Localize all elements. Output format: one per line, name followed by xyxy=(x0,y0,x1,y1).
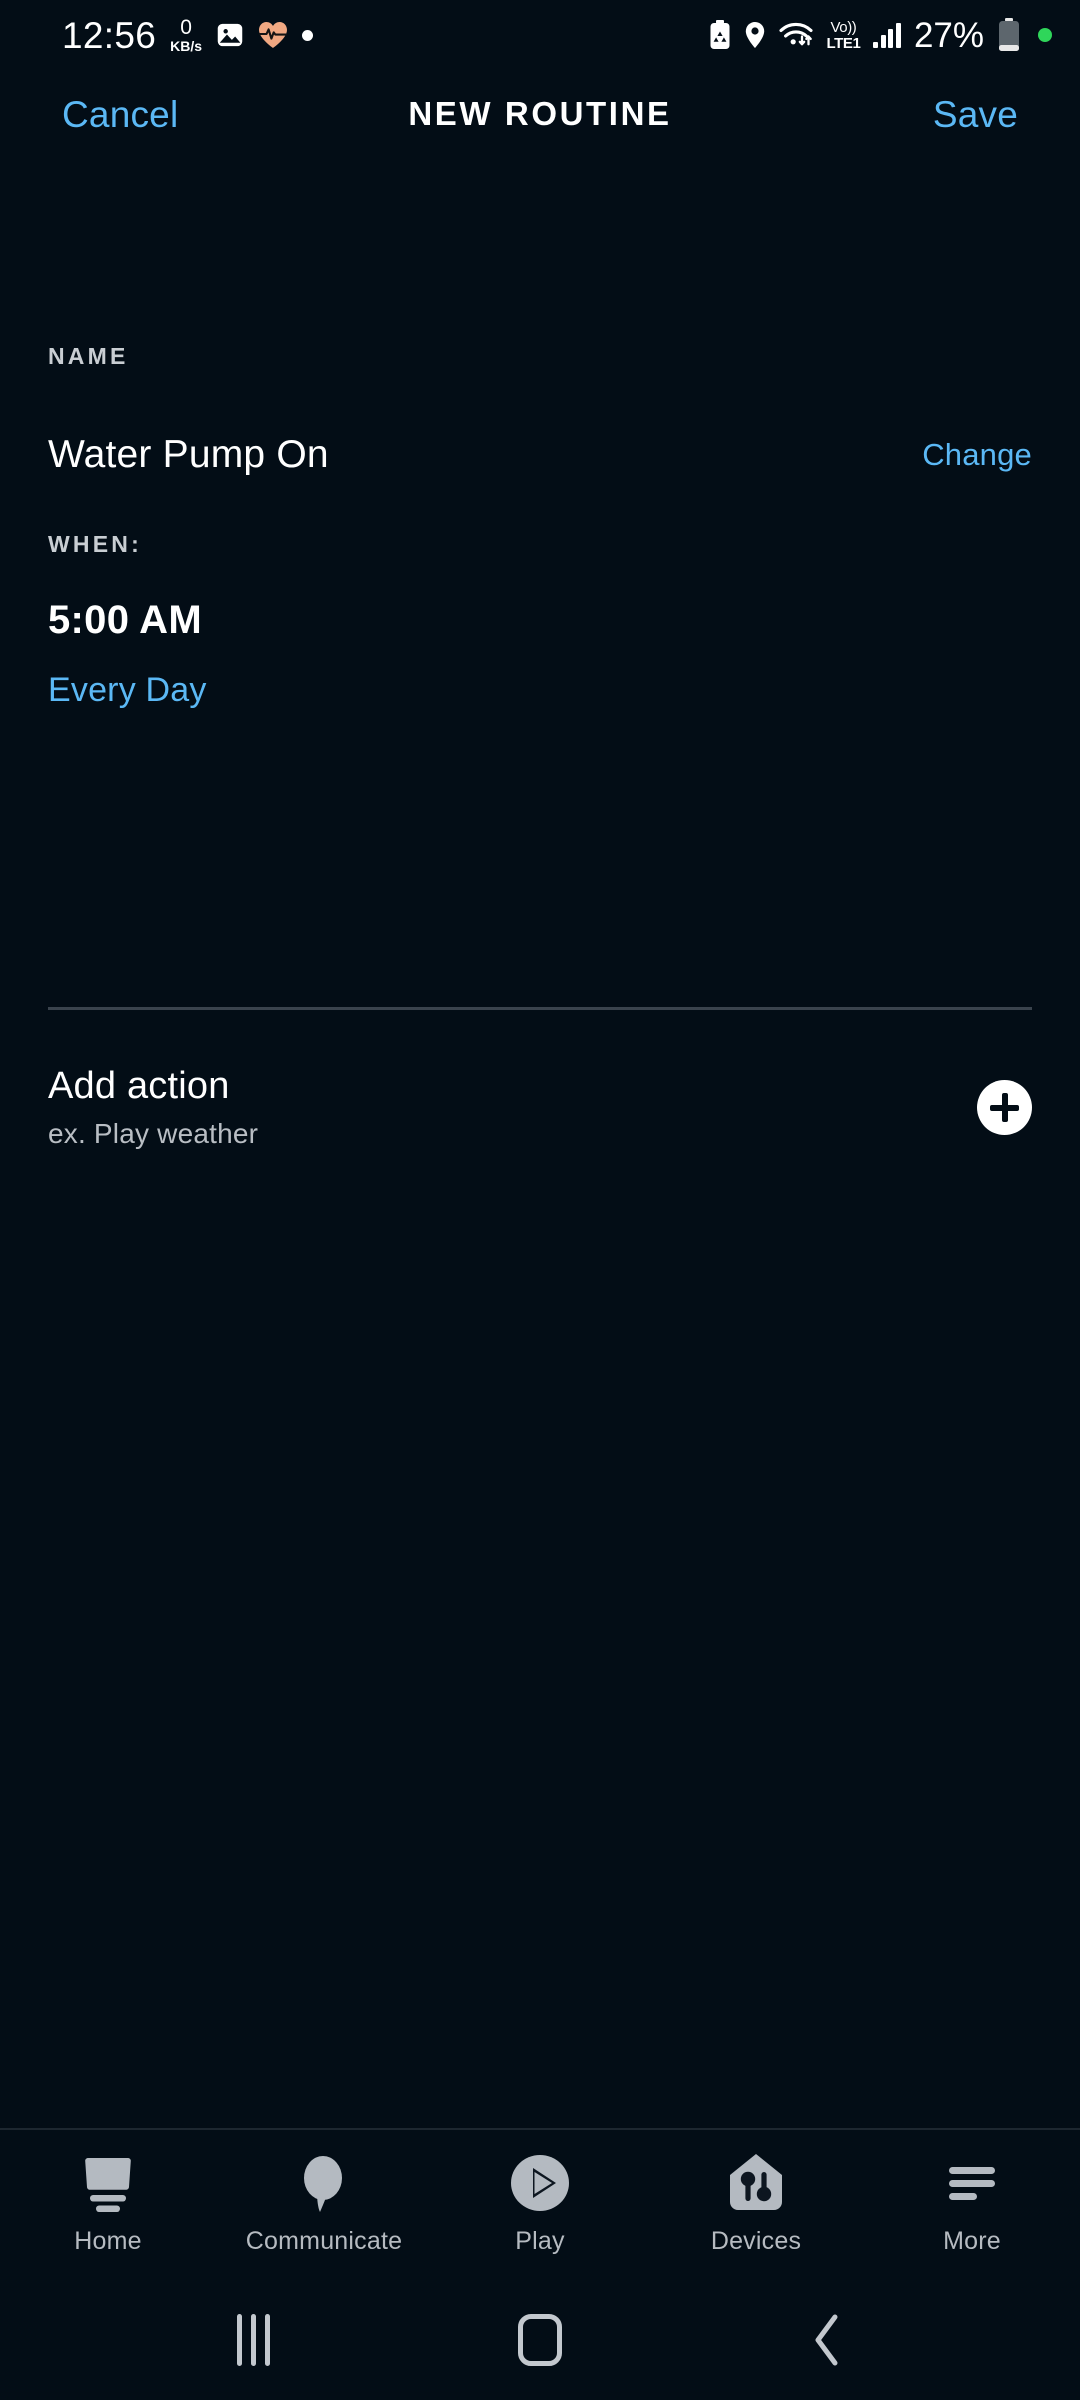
tab-label-play: Play xyxy=(515,2227,565,2255)
status-bar-right: Vo)) LTE1 27% xyxy=(709,18,1052,53)
green-dot-icon xyxy=(1038,28,1052,42)
battery-percent-label: 27% xyxy=(913,15,984,55)
routine-name-value: Water Pump On xyxy=(48,433,329,476)
tab-label-communicate: Communicate xyxy=(245,2227,403,2255)
gallery-image-icon xyxy=(216,21,244,49)
status-bar-clock: 12:56 xyxy=(62,14,157,56)
bottom-tab-bar: Home Communicate Play Devices More xyxy=(0,2128,1080,2280)
tab-label-devices: Devices xyxy=(710,2227,802,2255)
network-speed-unit: KB/s xyxy=(170,38,202,54)
network-speed-value: 0 xyxy=(180,16,192,39)
heart-rate-icon xyxy=(258,21,288,49)
section-divider xyxy=(48,1007,1032,1010)
routine-form: NAME Water Pump On Change WHEN: 5:00 AM … xyxy=(0,158,1080,2128)
white-dot-icon xyxy=(302,29,313,41)
add-action-text-group: Add action ex. Play weather xyxy=(48,1065,259,1150)
tab-home[interactable]: Home xyxy=(0,2148,216,2256)
add-action-title: Add action xyxy=(48,1065,230,1107)
volte-lte1-icon: Vo)) LTE1 xyxy=(826,20,860,51)
add-action-row[interactable]: Add action ex. Play weather xyxy=(48,1065,1032,1150)
tab-label-home: Home xyxy=(74,2227,142,2255)
volte-line-1: Vo)) xyxy=(830,18,857,36)
change-name-button[interactable]: Change xyxy=(922,437,1032,473)
echo-device-icon xyxy=(80,2148,136,2218)
tab-label-more: More xyxy=(943,2227,1001,2255)
volte-line-2: LTE1 xyxy=(826,34,861,52)
play-circle-icon xyxy=(509,2148,571,2218)
home-icon[interactable] xyxy=(495,2295,585,2385)
save-button[interactable]: Save xyxy=(933,96,1018,133)
android-nav-bar xyxy=(0,2280,1080,2400)
trigger-repeat-value[interactable]: Every Day xyxy=(48,671,207,710)
recents-icon[interactable] xyxy=(208,2295,298,2385)
hamburger-lines-icon xyxy=(943,2148,1001,2218)
cellular-signal-icon xyxy=(873,22,901,48)
speech-bubble-icon xyxy=(296,2148,352,2218)
tab-play[interactable]: Play xyxy=(432,2148,648,2256)
tab-more[interactable]: More xyxy=(864,2148,1080,2256)
trigger-time-value[interactable]: 5:00 AM xyxy=(48,598,202,643)
location-pin-icon xyxy=(744,21,766,49)
cancel-button[interactable]: Cancel xyxy=(62,96,178,133)
plus-icon[interactable] xyxy=(977,1080,1032,1136)
app-header: Cancel NEW ROUTINE Save xyxy=(0,70,1080,158)
routine-name-row[interactable]: Water Pump On Change xyxy=(48,433,1032,477)
add-action-subtitle: ex. Play weather xyxy=(48,1117,259,1149)
tab-devices[interactable]: Devices xyxy=(648,2148,864,2256)
network-speed-indicator: 0 KB/s xyxy=(170,17,202,53)
back-icon[interactable] xyxy=(782,2295,872,2385)
when-section-label: WHEN: xyxy=(48,531,142,557)
house-sliders-icon xyxy=(727,2148,785,2218)
battery-saver-recycle-icon xyxy=(709,20,731,50)
battery-icon xyxy=(997,18,1021,52)
phone-screen: 12:56 0 KB/s Vo)) LTE1 27% Cancel NEW RO… xyxy=(0,0,1080,2400)
status-bar: 12:56 0 KB/s Vo)) LTE1 27% xyxy=(0,0,1080,70)
status-bar-left: 12:56 0 KB/s xyxy=(62,17,313,54)
tab-communicate[interactable]: Communicate xyxy=(216,2148,432,2256)
name-section-label: NAME xyxy=(48,343,129,369)
wifi-icon xyxy=(779,21,814,49)
